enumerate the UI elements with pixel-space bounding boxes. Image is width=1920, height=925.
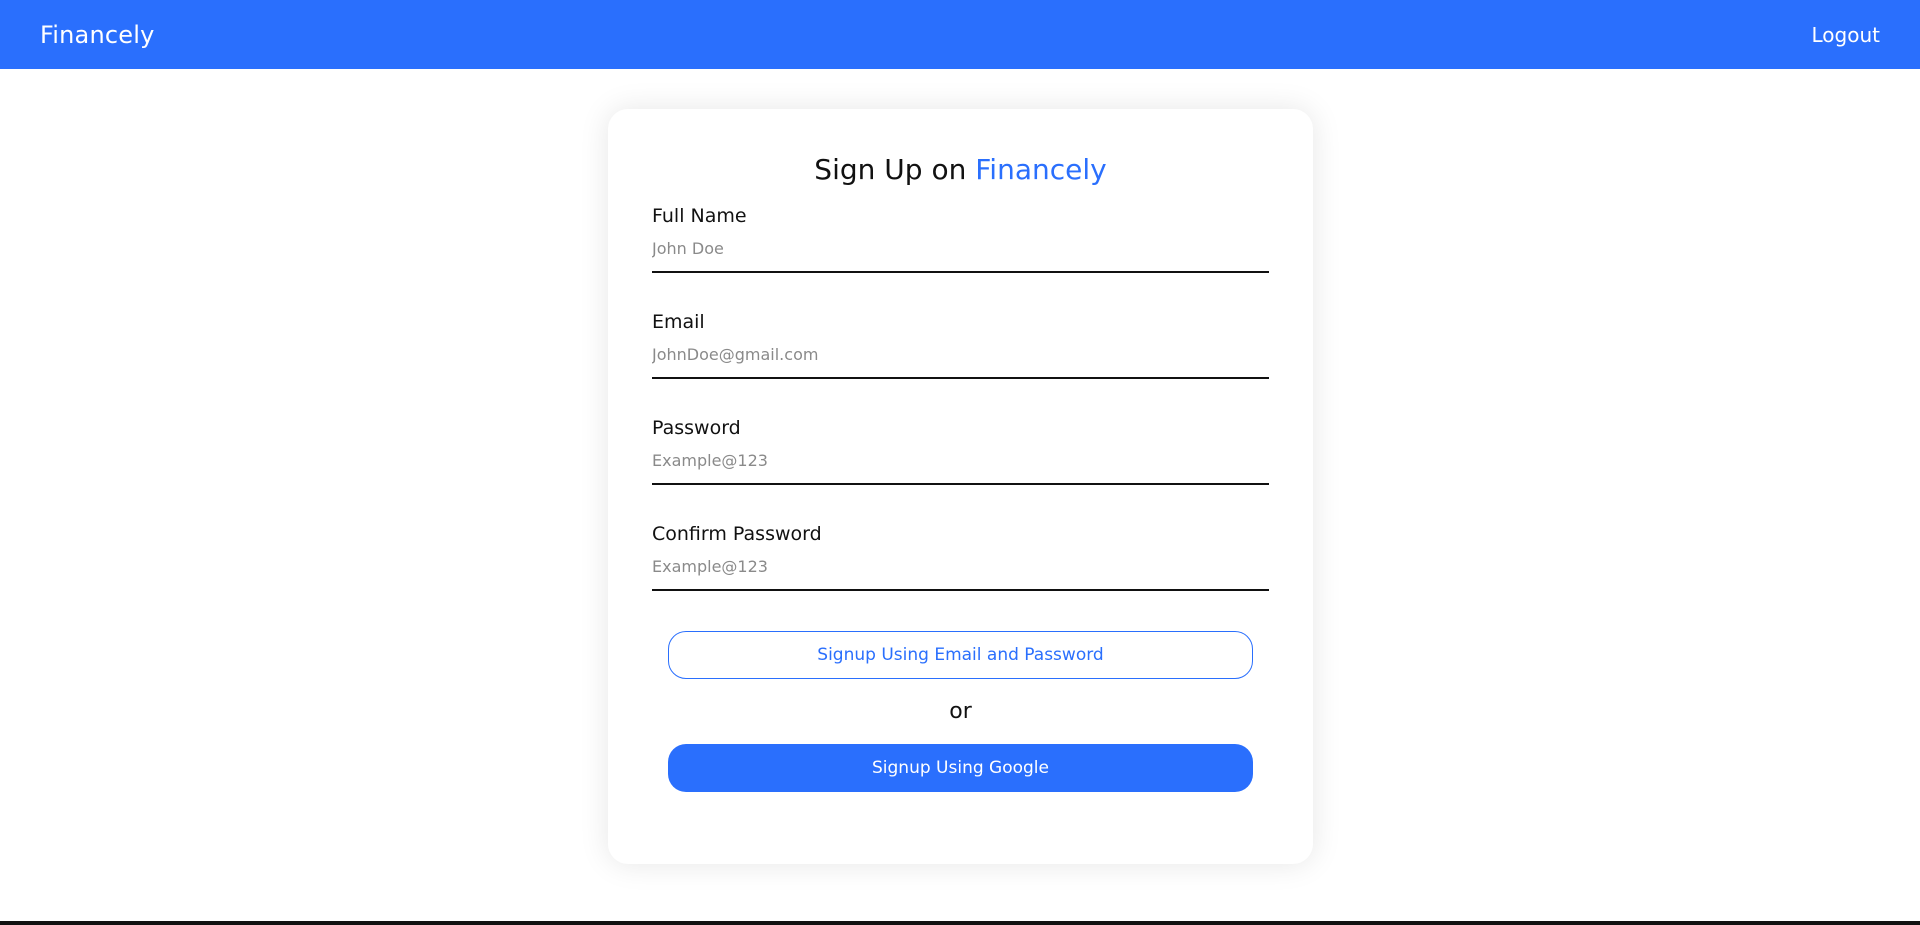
- password-label: Password: [652, 416, 741, 439]
- brand-logo-text[interactable]: Financely: [40, 21, 155, 49]
- full-name-label: Full Name: [652, 204, 747, 227]
- or-divider: or: [949, 698, 972, 724]
- page-bottom-border: [0, 921, 1920, 925]
- confirm-password-input[interactable]: [652, 552, 1269, 591]
- signup-form: Full Name Email Password Confirm Passwor…: [652, 205, 1269, 591]
- signup-card: Sign Up on Financely Full Name Email Pas…: [608, 109, 1313, 864]
- email-label: Email: [652, 310, 705, 333]
- signup-email-button[interactable]: Signup Using Email and Password: [668, 630, 1253, 679]
- navbar: Financely Logout: [0, 0, 1920, 69]
- page-title: Sign Up on Financely: [652, 109, 1269, 187]
- full-name-input[interactable]: [652, 234, 1269, 273]
- email-field-group: Email: [652, 311, 1269, 379]
- title-prefix: Sign Up on: [814, 153, 976, 186]
- signup-google-button[interactable]: Signup Using Google: [668, 743, 1253, 792]
- title-accent: Financely: [975, 153, 1107, 186]
- password-input[interactable]: [652, 446, 1269, 485]
- confirm-password-label: Confirm Password: [652, 522, 822, 545]
- email-input[interactable]: [652, 340, 1269, 379]
- confirm-password-field-group: Confirm Password: [652, 523, 1269, 591]
- full-name-field-group: Full Name: [652, 205, 1269, 273]
- logout-link[interactable]: Logout: [1812, 23, 1880, 47]
- password-field-group: Password: [652, 417, 1269, 485]
